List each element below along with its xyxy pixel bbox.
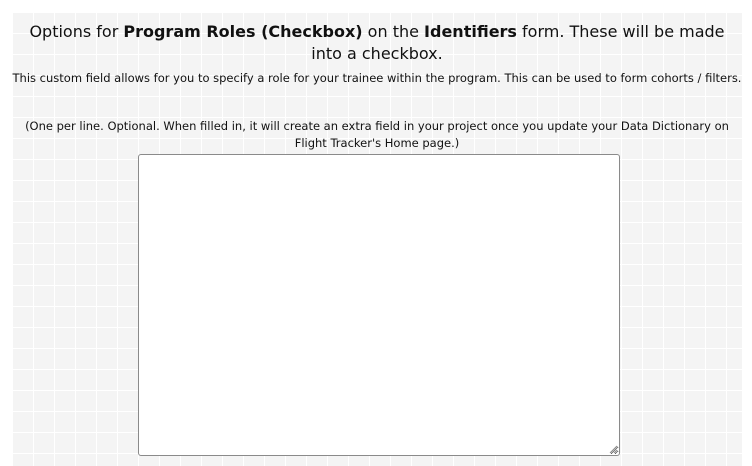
- field-description: This custom field allows for you to spec…: [12, 71, 742, 85]
- field-instructions-note: (One per line. Optional. When filled in,…: [25, 119, 729, 150]
- options-heading: Options for Program Roles (Checkbox) on …: [12, 21, 742, 65]
- heading-middle: on the: [362, 22, 425, 41]
- custom-field-options-panel: Options for Program Roles (Checkbox) on …: [12, 12, 742, 466]
- resize-grip-icon[interactable]: [608, 444, 618, 454]
- heading-field-name: Program Roles (Checkbox): [123, 22, 363, 41]
- heading-prefix: Options for: [29, 22, 124, 41]
- program-roles-options-textarea[interactable]: [138, 154, 620, 456]
- heading-form-name: Identifiers: [424, 22, 517, 41]
